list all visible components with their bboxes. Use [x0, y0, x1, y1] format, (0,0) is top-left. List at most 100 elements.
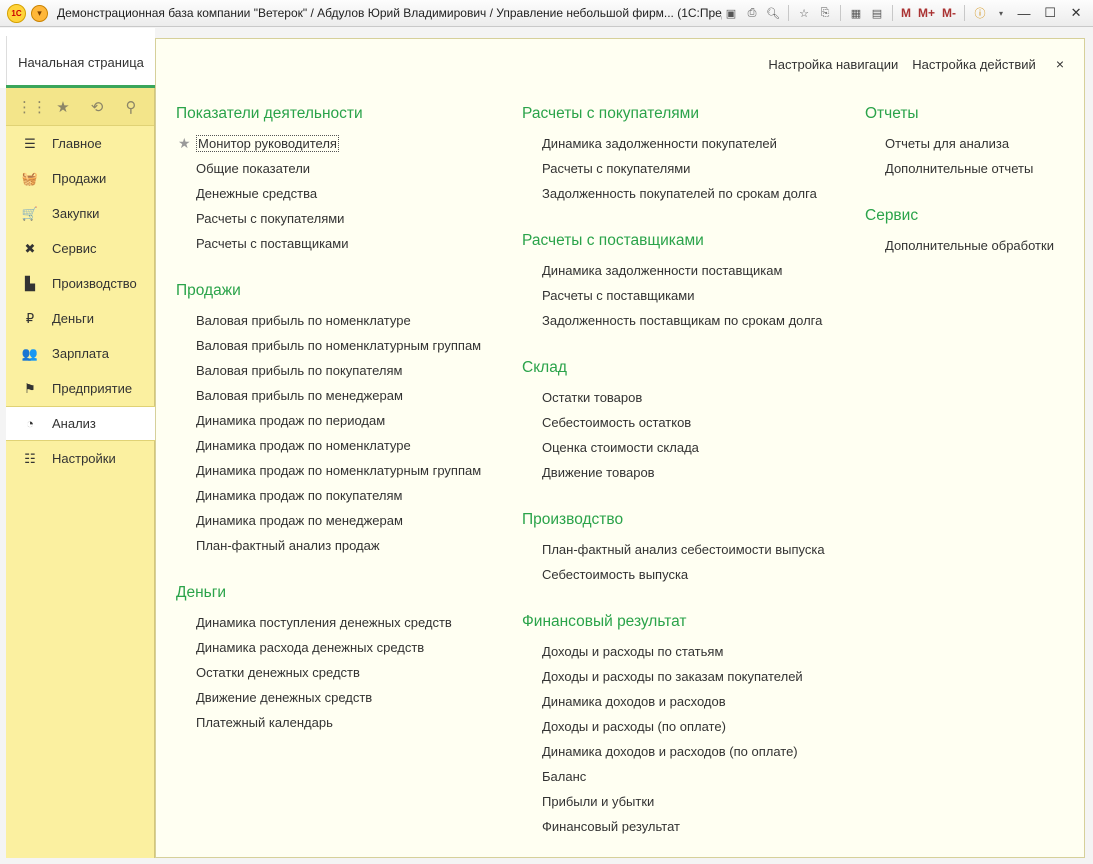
close-panel-button[interactable]: × — [1056, 56, 1064, 72]
report-link[interactable]: Движение денежных средств — [176, 685, 481, 710]
report-link[interactable]: Дополнительные отчеты — [865, 156, 1054, 181]
sidebar-item-4[interactable]: ▙ Производство — [6, 266, 154, 301]
report-link[interactable]: Доходы и расходы (по оплате) — [522, 714, 825, 739]
sidebar-item-label: Продажи — [52, 171, 107, 186]
history-icon[interactable]: ⟲ — [85, 98, 109, 116]
preview-icon[interactable]: 🔍︎ — [764, 4, 782, 22]
action-settings-link[interactable]: Настройка действий — [912, 57, 1036, 72]
tab-home[interactable]: Начальная страница — [6, 36, 155, 88]
report-link-label: Динамика задолженности поставщикам — [542, 263, 783, 278]
chevron-down-icon[interactable]: ▾ — [992, 4, 1010, 22]
report-link[interactable]: Задолженность поставщикам по срокам долг… — [522, 308, 825, 333]
report-link-label: Движение товаров — [542, 465, 655, 480]
report-link[interactable]: Баланс — [522, 764, 825, 789]
report-link[interactable]: Общие показатели — [176, 156, 481, 181]
report-link[interactable]: Валовая прибыль по номенклатурным группа… — [176, 333, 481, 358]
link-icon[interactable]: ⎘ — [816, 4, 834, 22]
grid-icon[interactable]: ⋮⋮ — [17, 98, 47, 116]
report-link[interactable]: Динамика продаж по номенклатурным группа… — [176, 458, 481, 483]
report-link[interactable]: Валовая прибыль по покупателям — [176, 358, 481, 383]
report-section: Сервис Дополнительные обработки — [865, 203, 1054, 258]
report-link[interactable]: Платежный календарь — [176, 710, 481, 735]
print-icon[interactable]: ⎙ — [743, 4, 761, 22]
report-link[interactable]: Динамика продаж по номенклатуре — [176, 433, 481, 458]
report-link[interactable]: Динамика продаж по периодам — [176, 408, 481, 433]
search-icon[interactable]: ⚲ — [119, 98, 143, 116]
section-title[interactable]: Производство — [522, 507, 825, 532]
report-link-label: Себестоимость выпуска — [542, 567, 689, 582]
report-link[interactable]: ★ Монитор руководителя — [176, 131, 481, 156]
info-icon[interactable]: ⓘ — [971, 4, 989, 22]
report-link[interactable]: План-фактный анализ себестоимости выпуск… — [522, 537, 825, 562]
report-link[interactable]: Расчеты с покупателями — [176, 206, 481, 231]
report-link[interactable]: Валовая прибыль по менеджерам — [176, 383, 481, 408]
report-link[interactable]: Динамика задолженности покупателей — [522, 131, 825, 156]
memory-m-button[interactable]: M — [899, 6, 913, 20]
report-link[interactable]: Доходы и расходы по заказам покупателей — [522, 664, 825, 689]
minimize-button[interactable]: — — [1016, 6, 1032, 21]
calculator-icon[interactable]: ▦ — [847, 4, 865, 22]
section-title[interactable]: Финансовый результат — [522, 609, 825, 634]
report-link[interactable]: Валовая прибыль по номенклатуре — [176, 308, 481, 333]
memory-mminus-button[interactable]: M- — [940, 6, 958, 20]
report-link[interactable]: Отчеты для анализа — [865, 131, 1054, 156]
sidebar-item-2[interactable]: 🛒 Закупки — [6, 196, 154, 231]
report-section: Расчеты с поставщиками Динамика задолженн… — [522, 228, 825, 333]
report-link-label: Баланс — [542, 769, 587, 784]
report-link[interactable]: Денежные средства — [176, 181, 481, 206]
report-link[interactable]: Задолженность покупателей по срокам долг… — [522, 181, 825, 206]
sidebar-item-9[interactable]: ☷ Настройки — [6, 441, 154, 476]
report-link[interactable]: Себестоимость остатков — [522, 410, 825, 435]
report-link[interactable]: Динамика продаж по покупателям — [176, 483, 481, 508]
sidebar-item-0[interactable]: ☰ Главное — [6, 126, 154, 161]
report-link[interactable]: Оценка стоимости склада — [522, 435, 825, 460]
report-link[interactable]: Динамика поступления денежных средств — [176, 610, 481, 635]
report-link[interactable]: Динамика доходов и расходов (по оплате) — [522, 739, 825, 764]
sidebar-item-1[interactable]: 🧺 Продажи — [6, 161, 154, 196]
sidebar-item-label: Деньги — [52, 311, 94, 326]
report-link[interactable]: Расчеты с покупателями — [522, 156, 825, 181]
close-window-button[interactable]: ✕ — [1068, 5, 1084, 21]
report-link[interactable]: Динамика задолженности поставщикам — [522, 258, 825, 283]
report-link-label: Динамика задолженности покупателей — [542, 136, 777, 151]
report-link[interactable]: Прибыли и убытки — [522, 789, 825, 814]
favorite-star-icon[interactable]: ★ — [178, 131, 191, 156]
report-link[interactable]: Расчеты с поставщиками — [176, 231, 481, 256]
report-link[interactable]: План-фактный анализ продаж — [176, 533, 481, 558]
report-link[interactable]: Остатки товаров — [522, 385, 825, 410]
section-title[interactable]: Расчеты с поставщиками — [522, 228, 825, 253]
section-title[interactable]: Расчеты с покупателями — [522, 101, 825, 126]
sidebar-item-7[interactable]: ⚑ Предприятие — [6, 371, 154, 406]
section-title[interactable]: Отчеты — [865, 101, 1054, 126]
section-title[interactable]: Деньги — [176, 580, 481, 605]
section-title[interactable]: Продажи — [176, 278, 481, 303]
report-link[interactable]: Остатки денежных средств — [176, 660, 481, 685]
report-link[interactable]: Дополнительные обработки — [865, 233, 1054, 258]
report-link[interactable]: Доходы и расходы по статьям — [522, 639, 825, 664]
memory-mplus-button[interactable]: M+ — [916, 6, 937, 20]
sidebar-item-3[interactable]: ✖ Сервис — [6, 231, 154, 266]
navigation-settings-link[interactable]: Настройка навигации — [768, 57, 898, 72]
favorite-add-icon[interactable]: ☆ — [795, 4, 813, 22]
main-menu-button[interactable]: ▾ — [31, 4, 48, 22]
report-link[interactable]: Динамика продаж по менеджерам — [176, 508, 481, 533]
report-link[interactable]: Себестоимость выпуска — [522, 562, 825, 587]
section-title[interactable]: Показатели деятельности — [176, 101, 481, 126]
report-link[interactable]: Финансовый результат — [522, 814, 825, 839]
sidebar-item-5[interactable]: ₽ Деньги — [6, 301, 154, 336]
calendar-icon[interactable]: ▤ — [868, 4, 886, 22]
section-title[interactable]: Сервис — [865, 203, 1054, 228]
report-link[interactable]: Динамика доходов и расходов — [522, 689, 825, 714]
star-icon[interactable]: ★ — [51, 98, 75, 116]
sidebar-item-6[interactable]: 👥 Зарплата — [6, 336, 154, 371]
sidebar-item-8[interactable]: ◔ Анализ — [6, 406, 155, 441]
report-link[interactable]: Движение товаров — [522, 460, 825, 485]
maximize-button[interactable]: ☐ — [1042, 5, 1058, 21]
save-icon[interactable]: ▣ — [722, 4, 740, 22]
section-title[interactable]: Склад — [522, 355, 825, 380]
column-1: Показатели деятельности ★ Монитор руководи… — [176, 101, 481, 757]
report-link[interactable]: Расчеты с поставщиками — [522, 283, 825, 308]
report-link[interactable]: Динамика расхода денежных средств — [176, 635, 481, 660]
app-logo-icon[interactable]: 1С — [7, 3, 26, 23]
window-bottom-edge — [0, 858, 1093, 864]
